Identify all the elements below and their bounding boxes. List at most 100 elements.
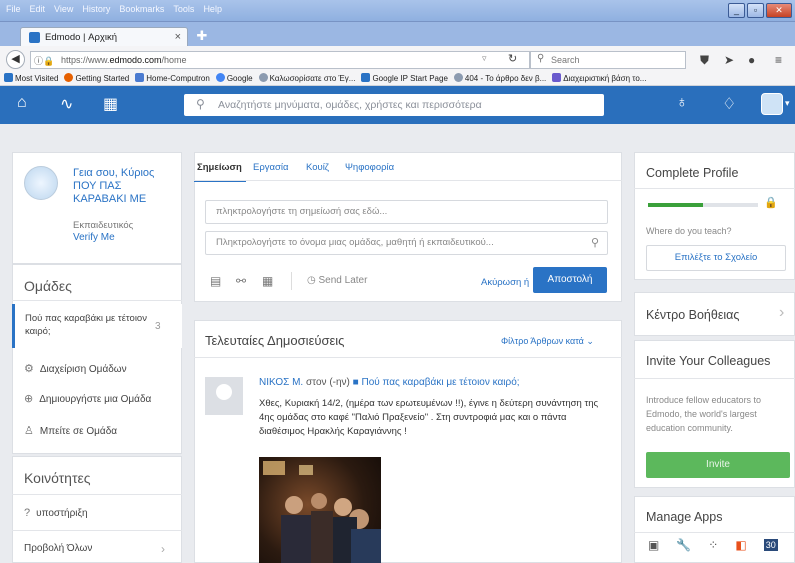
cancel-link[interactable]: Ακύρωση ή	[481, 277, 529, 288]
post-body: Χθες, Κυριακή 14/2, (ημέρα των ερωτευμέν…	[259, 398, 599, 437]
url-domain: edmodo.com	[109, 55, 162, 65]
search-icon: ⚲	[537, 53, 545, 64]
backpack-icon[interactable]: ▦	[103, 94, 118, 114]
group-name: Πού πας καραβάκι με τέτοιον καιρό;	[25, 313, 147, 337]
bookmark-welcome[interactable]: Καλωσορίσατε στο Έγ...	[258, 73, 355, 83]
chevron-right-icon: ›	[779, 304, 785, 321]
bookmark-google[interactable]: Google	[215, 73, 253, 83]
menu-file[interactable]: File	[6, 4, 21, 14]
view-all-communities-link[interactable]: Προβολή Όλων	[24, 543, 92, 554]
menu-history[interactable]: History	[82, 4, 110, 14]
feed-filter-dropdown[interactable]: Φίλτρο Άρθρων κατά ⌄	[501, 336, 594, 347]
store-icon[interactable]: ▣	[648, 538, 659, 552]
bookmark-google-ip[interactable]: Google IP Start Page	[361, 73, 448, 83]
gear-icon: ⚙	[24, 363, 34, 375]
office-icon[interactable]: ◧	[735, 538, 746, 552]
menu-bookmarks[interactable]: Bookmarks	[119, 4, 164, 14]
wrench-icon[interactable]: 🔧	[676, 538, 691, 552]
send-button[interactable]: Αποστολή	[533, 267, 607, 293]
reload-icon[interactable]: ↻	[508, 52, 517, 65]
site-identity-icon[interactable]: ⓘ🔒	[34, 54, 54, 67]
back-button[interactable]: ◀	[6, 50, 25, 69]
create-group-link[interactable]: ⊕ Δημιουργήστε μια Ομάδα	[24, 392, 151, 405]
grid-icon[interactable]: ⁘	[708, 538, 718, 552]
invite-description: Introduce fellow educators to Edmodo, th…	[646, 395, 762, 433]
post-group-link[interactable]: Πού πας καραβάκι με τέτοιον καιρό;	[361, 377, 519, 388]
bookmark-getting-started[interactable]: Getting Started	[64, 73, 129, 83]
lock-icon: 🔒	[764, 197, 778, 209]
attach-file-icon[interactable]: ▤	[210, 274, 221, 288]
send-later-button[interactable]: ◷ Send Later	[307, 275, 367, 286]
pocket-icon[interactable]: ⛊	[700, 53, 709, 68]
recipients-input[interactable]: Πληκτρολογήστε το όνομα μιας ομάδας, μαθ…	[205, 231, 608, 255]
group-member-count: 3	[155, 321, 161, 332]
chat-icon[interactable]: ●	[748, 53, 755, 67]
verify-link[interactable]: Verify Me	[73, 232, 115, 243]
bookmark-home-computron[interactable]: Home-Computron	[135, 73, 210, 83]
choose-school-button[interactable]: Επιλέξτε το Σχολείο	[646, 245, 786, 271]
divider	[12, 494, 182, 495]
home-icon[interactable]: ⌂	[17, 94, 27, 112]
spotlight-icon[interactable]: ♁	[676, 94, 688, 112]
bookmark-most-visited[interactable]: Most Visited	[4, 73, 58, 83]
profile-role: Εκπαιδευτικός	[73, 220, 134, 231]
manage-groups-link[interactable]: ⚙ Διαχείριση Ομάδων	[24, 362, 127, 375]
group-icon: ■	[352, 377, 359, 388]
bookmark-404[interactable]: 404 - Το άρθρο δεν β...	[453, 73, 546, 83]
send-icon[interactable]: ➤	[724, 53, 734, 67]
close-window-button[interactable]: ✕	[766, 3, 792, 18]
tab-assignment[interactable]: Εργασία	[253, 162, 288, 173]
divider	[634, 378, 795, 379]
divider	[12, 300, 182, 301]
menu-hamburger-icon[interactable]: ≡	[775, 53, 782, 67]
link-icon[interactable]: ⚯	[236, 274, 246, 288]
divider	[194, 357, 622, 358]
feed-title: Τελευταίες Δημοσιεύσεις	[205, 333, 345, 348]
url-dropdown-icon[interactable]: ▿	[482, 53, 487, 64]
minimize-button[interactable]: _	[728, 3, 745, 18]
new-tab-button[interactable]: ✚	[193, 28, 211, 44]
post-author-avatar[interactable]	[205, 377, 243, 415]
divider	[634, 188, 795, 189]
join-group-link[interactable]: ♙ Μπείτε σε Ομάδα	[24, 424, 117, 437]
profile-avatar[interactable]	[24, 166, 58, 200]
library-icon[interactable]: ▦	[262, 274, 273, 288]
app-search-input[interactable]: Αναζητήστε μηνύματα, ομάδες, χρήστες και…	[184, 94, 604, 116]
tab-poll[interactable]: Ψηφοφορία	[345, 162, 394, 173]
menu-tools[interactable]: Tools	[173, 4, 194, 14]
notifications-bell-icon[interactable]: ♢	[722, 94, 736, 114]
help-center-title[interactable]: Κέντρο Βοήθειας	[646, 308, 739, 322]
note-input[interactable]: πληκτρολογήστε τη σημείωσή σας εδώ...	[205, 200, 608, 224]
app-icons-row: ▣ 🔧 ⁘ ◧ 30	[648, 538, 778, 552]
tab-quiz[interactable]: Κουίζ	[306, 162, 329, 173]
browser-tab-edmodo[interactable]: Edmodo | Αρχική ×	[20, 27, 188, 46]
menu-bar: File Edit View History Bookmarks Tools H…	[6, 4, 222, 14]
progress-pulse-icon[interactable]: ∿	[60, 94, 73, 114]
menu-edit[interactable]: Edit	[30, 4, 46, 14]
plus-circle-icon: ⊕	[24, 393, 34, 405]
url-path: /home	[161, 55, 187, 65]
edmodo-favicon-icon	[29, 31, 40, 43]
menu-view[interactable]: View	[54, 4, 73, 14]
groups-title: Ομάδες	[24, 278, 72, 294]
browser-search-field[interactable]: Search	[530, 51, 686, 69]
post-photo[interactable]	[259, 457, 381, 563]
help-circle-icon: ?	[24, 507, 31, 519]
close-tab-icon[interactable]: ×	[175, 31, 181, 43]
post-author-link[interactable]: ΝΙΚΟΣ Μ.	[259, 377, 303, 388]
bookmark-admin-db[interactable]: Διαχειριστική βάση το...	[552, 73, 646, 83]
invite-button[interactable]: Invite	[646, 452, 790, 478]
complete-profile-title: Complete Profile	[646, 166, 739, 180]
community-support-link[interactable]: ? υποστήριξη	[24, 507, 88, 519]
tab-note[interactable]: Σημείωση	[197, 162, 242, 173]
menu-help[interactable]: Help	[203, 4, 222, 14]
user-avatar[interactable]	[761, 93, 783, 115]
maximize-button[interactable]: ▫	[747, 3, 764, 18]
url-bar[interactable]: https://www.edmodo.com/home	[30, 51, 530, 69]
post-header: ΝΙΚΟΣ Μ. στον (-ην) ■ Πού πας καραβάκι μ…	[259, 377, 520, 388]
composer-tab-divider	[194, 180, 622, 181]
app-30-icon[interactable]: 30	[763, 539, 778, 551]
profile-greeting[interactable]: Γεια σου, Κύριος ΠΟΥ ΠΑΣ ΚΑΡΑΒΑΚΙ ΜΕ	[73, 167, 178, 206]
chevron-down-icon[interactable]: ▾	[785, 98, 790, 109]
divider	[291, 272, 292, 290]
